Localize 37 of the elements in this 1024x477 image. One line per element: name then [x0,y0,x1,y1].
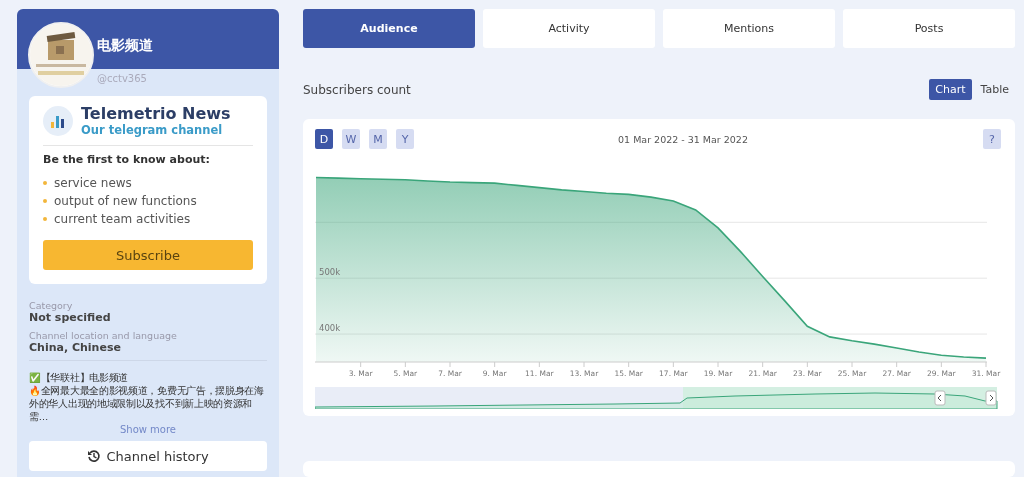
promo-item: output of new functions [54,193,197,210]
period-button[interactable]: M [369,129,387,149]
bullet-icon [43,181,47,185]
right-handle-icon[interactable] [985,390,997,406]
info-label: Category [29,300,74,311]
tab[interactable]: Activity [483,9,655,48]
promo-subtitle: Our telegram channel [81,123,224,137]
history-icon [87,449,102,463]
channel-description: ✅【华联社】电影频道 🔥全网最大最全的影视频道，免费无广告，摆脱身在海外的华人出现的地域限制以及找不到新上映的资源和需… [29,360,267,423]
date-range: 01 Mar 2022 - 31 Mar 2022 [617,133,749,145]
promo-item: current team activities [54,211,191,228]
y-tick-label: 400k [319,323,341,334]
bar-chart-icon [43,106,73,136]
info-label: Channel location and language [29,330,178,341]
channel-handle: @cctv365 [97,73,148,84]
tab[interactable]: Mentions [663,9,835,48]
view-toggle-button[interactable]: Chart [929,79,972,100]
promo-title: Telemetrio News [81,105,231,123]
tab[interactable]: Audience [303,9,475,48]
y-tick-label: 500k [319,267,341,278]
info-value: Not specified [29,311,112,324]
help-button[interactable]: ? [983,129,1001,149]
tab[interactable]: Posts [843,9,1015,48]
info-value: China, Chinese [29,341,122,354]
promo-lead: Be the first to know about: [43,153,211,166]
channel-history-button[interactable]: Channel history [29,441,267,471]
left-handle-icon[interactable] [934,390,946,406]
bullet-icon [43,217,47,221]
period-button[interactable]: W [342,129,360,149]
view-toggle-button[interactable]: Table [974,79,1015,100]
promo-item: service news [54,175,132,192]
subscribe-button[interactable]: Subscribe [43,240,253,270]
bullet-icon [43,199,47,203]
section-title: Subscribers count [303,82,411,97]
period-button[interactable]: Y [396,129,414,149]
period-button[interactable]: D [315,129,333,149]
channel-title: 电影频道 [97,37,153,55]
